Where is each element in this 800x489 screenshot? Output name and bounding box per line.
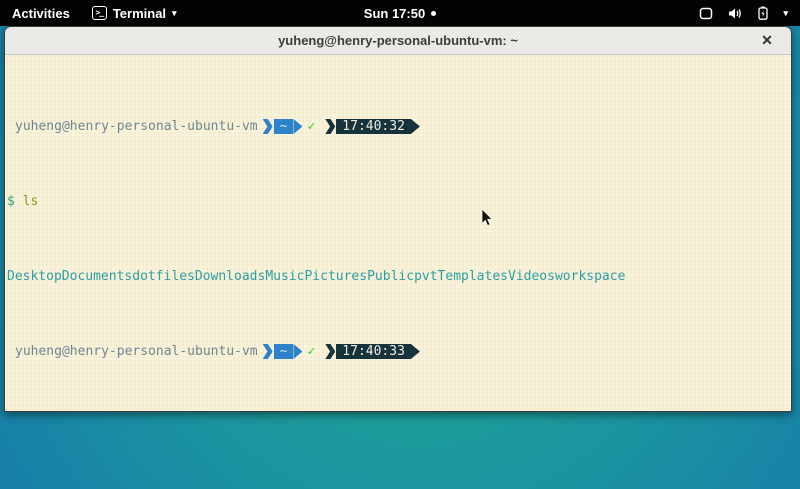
directory-entry: workspace [555, 269, 625, 284]
powerline-arrow-icon [293, 119, 302, 134]
top-bar: Activities >_ Terminal ▾ Sun 17:50 [0, 0, 800, 26]
directory-entry: Templates [438, 269, 508, 284]
prompt-line-1: yuheng@henry-personal-ubuntu-vm ~ ✓ 17:4… [7, 119, 789, 134]
powerline-chevron-icon [263, 344, 273, 359]
close-icon: ✕ [761, 32, 773, 49]
directory-entry: Desktop [7, 269, 62, 284]
window-title: yuheng@henry-personal-ubuntu-vm: ~ [278, 33, 518, 48]
directory-entry: Documents [62, 269, 132, 284]
window-titlebar[interactable]: yuheng@henry-personal-ubuntu-vm: ~ ✕ [5, 27, 791, 55]
notification-dot [431, 11, 436, 16]
command-line: $ ls [7, 194, 789, 209]
prompt-time-segment: 17:40:33 [336, 344, 411, 359]
status-check-icon: ✓ [307, 119, 315, 134]
chevron-down-icon: ▾ [783, 9, 788, 18]
directory-entry: pvt [414, 269, 437, 284]
system-status-menu[interactable]: ▾ [687, 0, 800, 26]
ls-output-line: Desktop Documents dotfiles Downloads Mus… [7, 269, 789, 284]
powerline-chevron-icon [263, 119, 273, 134]
chevron-down-icon: ▾ [172, 9, 177, 18]
app-menu-terminal[interactable]: >_ Terminal ▾ [82, 0, 187, 26]
powerline-chevron-icon [325, 119, 335, 134]
prompt-user-host: yuheng@henry-personal-ubuntu-vm [15, 119, 258, 134]
powerline-arrow-icon [411, 344, 420, 359]
app-menu-label: Terminal [113, 6, 166, 21]
prompt-user-host: yuheng@henry-personal-ubuntu-vm [15, 344, 258, 359]
terminal-screen[interactable]: yuheng@henry-personal-ubuntu-vm ~ ✓ 17:4… [5, 55, 791, 412]
status-check-icon: ✓ [307, 344, 315, 359]
clock-label: Sun 17:50 [364, 6, 425, 21]
prompt-path-segment: ~ [274, 119, 294, 134]
terminal-icon: >_ [92, 6, 107, 20]
prompt-line-2: yuheng@henry-personal-ubuntu-vm ~ ✓ 17:4… [7, 344, 789, 359]
activities-button[interactable]: Activities [0, 0, 82, 26]
terminal-window: yuheng@henry-personal-ubuntu-vm: ~ ✕ yuh… [4, 26, 792, 412]
prompt-path-segment: ~ [274, 344, 294, 359]
directory-entry: Videos [508, 269, 555, 284]
clock-button[interactable]: Sun 17:50 [354, 0, 446, 26]
powerline-chevron-icon [325, 344, 335, 359]
prompt-symbol: $ [7, 194, 15, 209]
directory-entry: Pictures [304, 269, 367, 284]
close-button[interactable]: ✕ [755, 27, 779, 54]
typed-command: ls [23, 194, 39, 209]
battery-charging-icon [758, 6, 768, 20]
powerline-arrow-icon [411, 119, 420, 134]
directory-entry: Downloads [195, 269, 265, 284]
directory-entry: Music [265, 269, 304, 284]
prompt-time-segment: 17:40:32 [336, 119, 411, 134]
directory-entry: Public [367, 269, 414, 284]
directory-entry: dotfiles [132, 269, 195, 284]
powerline-arrow-icon [293, 344, 302, 359]
display-icon [699, 7, 713, 20]
volume-icon [728, 7, 743, 20]
